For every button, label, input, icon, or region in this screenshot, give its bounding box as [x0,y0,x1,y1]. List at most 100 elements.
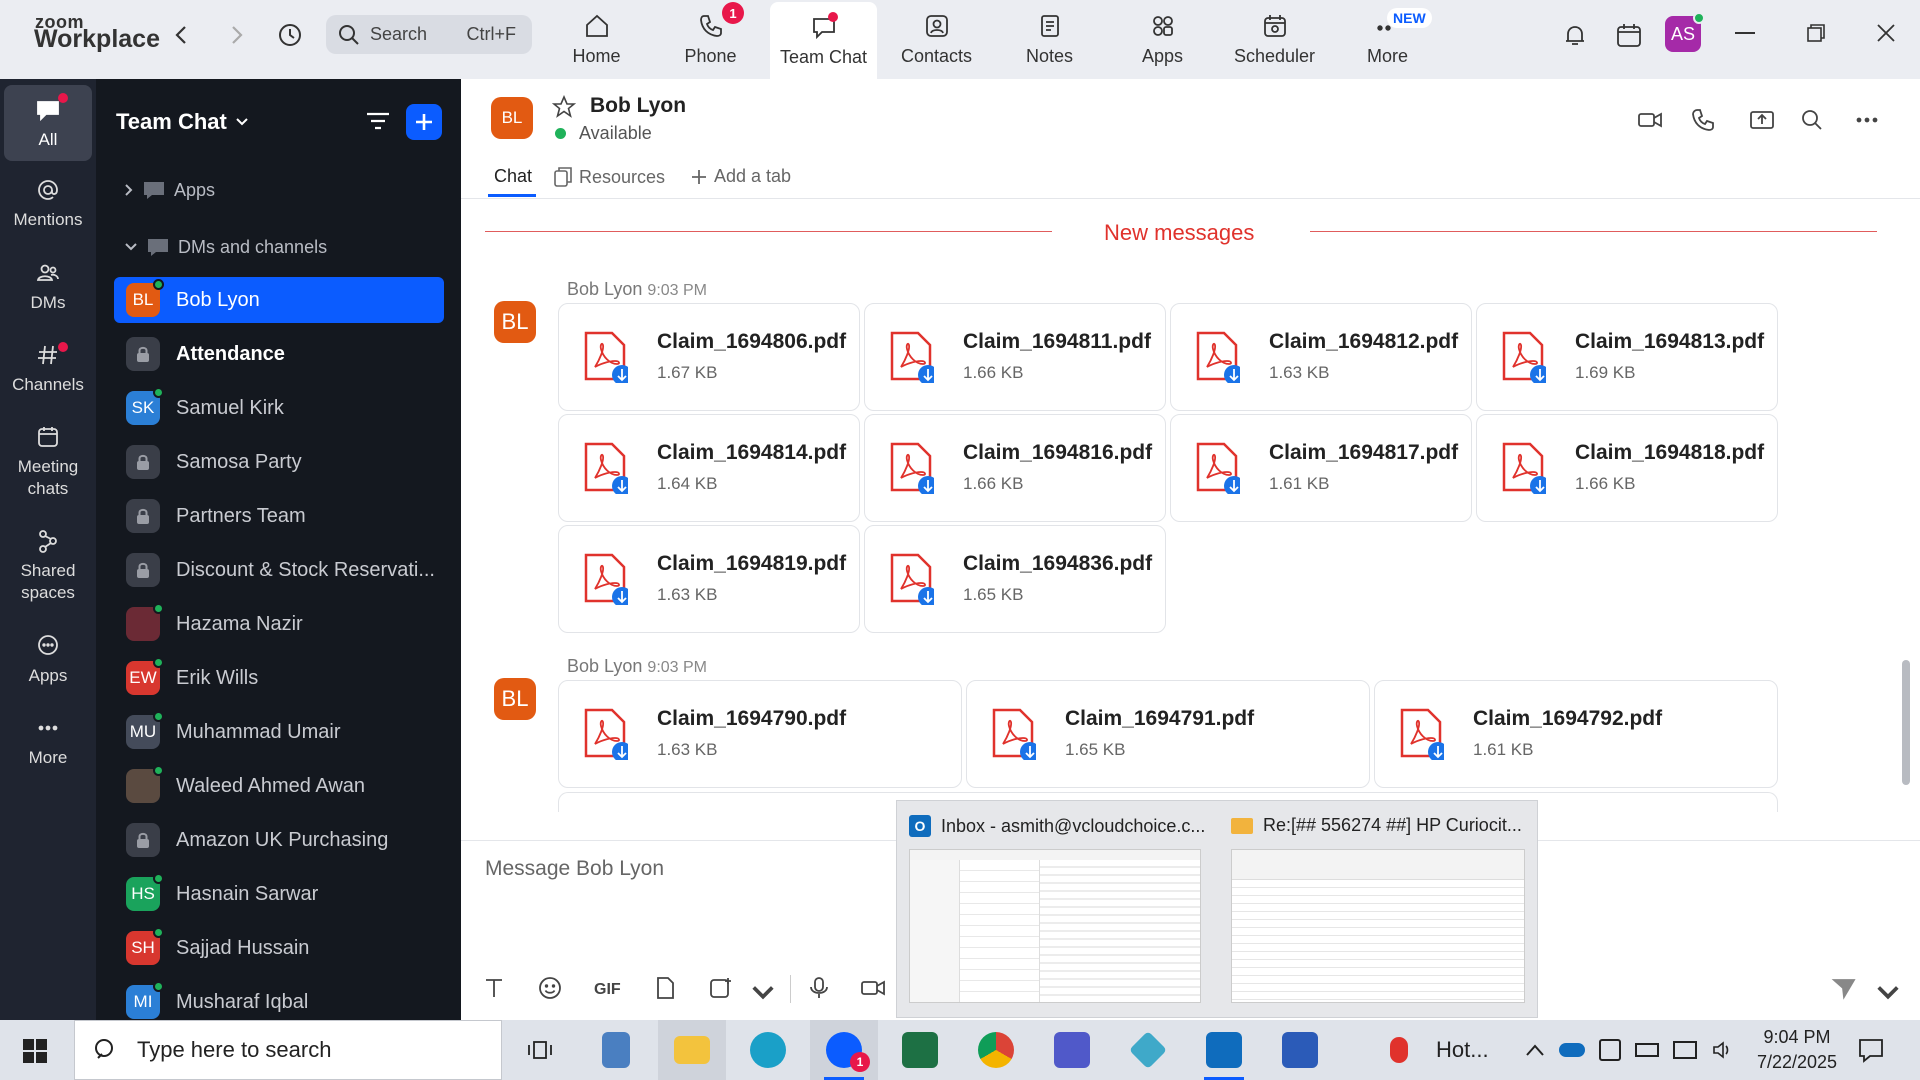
channel-item[interactable]: SK Samuel Kirk [114,385,444,431]
history-icon[interactable] [275,20,305,50]
preview-title-email[interactable]: Re:[## 556274 ##] HP Curiocit... [1231,815,1522,836]
file-attachment[interactable]: Claim_1694817.pdf 1.61 KB [1170,414,1472,522]
channel-item[interactable]: BL Bob Lyon [114,277,444,323]
channel-item[interactable]: Partners Team [114,493,444,539]
channel-item[interactable]: Attendance [114,331,444,377]
word-icon[interactable] [1266,1020,1334,1080]
rail-shared-spaces[interactable]: Shared spaces [4,528,92,604]
channel-item[interactable]: Samosa Party [114,439,444,485]
rail-channels[interactable]: Channels [4,342,92,396]
channel-item[interactable]: SH Sajjad Hussain [114,925,444,971]
file-attachment[interactable]: Claim_1694818.pdf 1.66 KB [1476,414,1778,522]
nav-home[interactable]: Home [544,0,649,79]
rail-meeting-chats[interactable]: Meeting chats [4,424,92,500]
tab-add[interactable]: Add a tab [690,166,791,187]
outlook-taskbar-icon[interactable] [1190,1020,1258,1080]
rail-dms[interactable]: DMs [4,260,92,314]
rail-all[interactable]: All [4,85,92,161]
gif-button[interactable]: GIF [594,981,621,999]
nav-notes[interactable]: Notes [997,0,1102,79]
nav-scheduler[interactable]: Scheduler [1222,0,1327,79]
new-chat-button[interactable] [406,104,442,140]
rail-more[interactable]: More [4,715,92,769]
chrome-icon[interactable] [962,1020,1030,1080]
sender-avatar[interactable]: BL [494,678,536,720]
notification-center-icon[interactable] [1857,1036,1885,1064]
preview-title-outlook[interactable]: O Inbox - asmith@vcloudchoice.c... [909,815,1205,837]
channel-item[interactable]: MU Muhammad Umair [114,709,444,755]
preview-thumbnail-outlook[interactable] [909,849,1201,1003]
file-attachment[interactable]: Claim_1694814.pdf 1.64 KB [558,414,860,522]
file-attachment[interactable]: Claim_1694790.pdf 1.63 KB [558,680,962,788]
file-attachment[interactable]: Claim_1694813.pdf 1.69 KB [1476,303,1778,411]
excel-icon[interactable] [886,1020,954,1080]
tab-chat[interactable]: Chat [494,166,532,187]
file-attachment[interactable]: Claim_1694791.pdf 1.65 KB [966,680,1370,788]
section-dms-channels[interactable]: DMs and channels [124,236,327,258]
phone-call-icon[interactable] [1690,107,1716,138]
contact-avatar[interactable]: BL [491,97,533,139]
teams-icon[interactable] [1038,1020,1106,1080]
file-attachment[interactable]: Claim_1694819.pdf 1.63 KB [558,525,860,633]
channel-item[interactable]: Amazon UK Purchasing [114,817,444,863]
file-attachment[interactable]: Claim_1694792.pdf 1.61 KB [1374,680,1778,788]
channel-item[interactable]: EW Erik Wills [114,655,444,701]
calculator-icon[interactable] [582,1020,650,1080]
microphone-icon[interactable] [806,975,832,1006]
minimize-icon[interactable] [1735,32,1755,34]
nav-more[interactable]: More NEW [1335,0,1440,79]
clock[interactable]: 9:04 PM 7/22/2025 [1737,1025,1857,1075]
system-tray[interactable] [1525,1020,1733,1080]
sidebar-title[interactable]: Team Chat [116,109,249,135]
chevron-down-icon[interactable] [750,980,776,1011]
windows-start-icon[interactable] [22,1038,48,1064]
edge-icon[interactable] [734,1020,802,1080]
send-options-chevron-icon[interactable] [1875,980,1901,1011]
nav-phone[interactable]: Phone 1 [658,0,763,79]
tab-resources[interactable]: Resources [553,166,665,188]
taskbar-search[interactable]: Type here to search [74,1020,502,1080]
close-icon[interactable] [1876,23,1896,43]
file-attachment[interactable]: Claim_1694816.pdf 1.66 KB [864,414,1166,522]
weather-widget[interactable]: Hot... [1390,1020,1489,1080]
rail-mentions[interactable]: Mentions [4,177,92,231]
nav-apps[interactable]: Apps [1110,0,1215,79]
filter-icon[interactable] [364,109,392,133]
scrollbar-thumb[interactable] [1902,660,1910,785]
video-call-icon[interactable] [1637,107,1663,138]
nav-contacts[interactable]: Contacts [884,0,989,79]
forward-arrow-icon[interactable] [226,22,246,48]
file-attachment[interactable]: Claim_1694806.pdf 1.67 KB [558,303,860,411]
sender-avatar[interactable]: BL [494,301,536,343]
channel-item[interactable]: Hazama Nazir [114,601,444,647]
emoji-icon[interactable] [537,975,563,1006]
more-options-icon[interactable] [1854,107,1880,138]
channel-item[interactable]: HS Hasnain Sarwar [114,871,444,917]
file-explorer-icon[interactable] [658,1020,726,1080]
nav-team-chat[interactable]: Team Chat [770,2,877,79]
format-text-icon[interactable] [481,975,507,1006]
file-attachment[interactable]: Claim_1694811.pdf 1.66 KB [864,303,1166,411]
calendar-icon[interactable] [1614,20,1644,50]
search-chat-icon[interactable] [1799,107,1825,138]
rail-apps[interactable]: Apps [4,633,92,687]
bell-icon[interactable] [1560,20,1590,50]
preview-thumbnail-email[interactable] [1231,849,1525,1003]
message-input[interactable]: Message Bob Lyon [485,857,664,881]
channel-item[interactable]: Discount & Stock Reservati... [114,547,444,593]
share-screen-icon[interactable] [1749,107,1775,138]
vpn-app-icon[interactable] [1114,1020,1182,1080]
channel-item[interactable]: MI Musharaf Iqbal [114,979,444,1025]
restore-icon[interactable] [1806,23,1826,43]
file-attachment[interactable]: Claim_1694812.pdf 1.63 KB [1170,303,1472,411]
back-arrow-icon[interactable] [172,22,192,48]
file-attachment[interactable]: Claim_1694836.pdf 1.65 KB [864,525,1166,633]
video-message-icon[interactable] [860,975,886,1006]
star-icon[interactable] [551,94,577,119]
section-apps[interactable]: Apps [124,179,215,201]
search-box[interactable]: Search Ctrl+F [326,15,532,54]
file-icon[interactable] [652,975,678,1006]
zoom-taskbar-icon[interactable]: 1 [810,1020,878,1080]
channel-item[interactable]: Waleed Ahmed Awan [114,763,444,809]
task-view-icon[interactable] [506,1020,574,1080]
